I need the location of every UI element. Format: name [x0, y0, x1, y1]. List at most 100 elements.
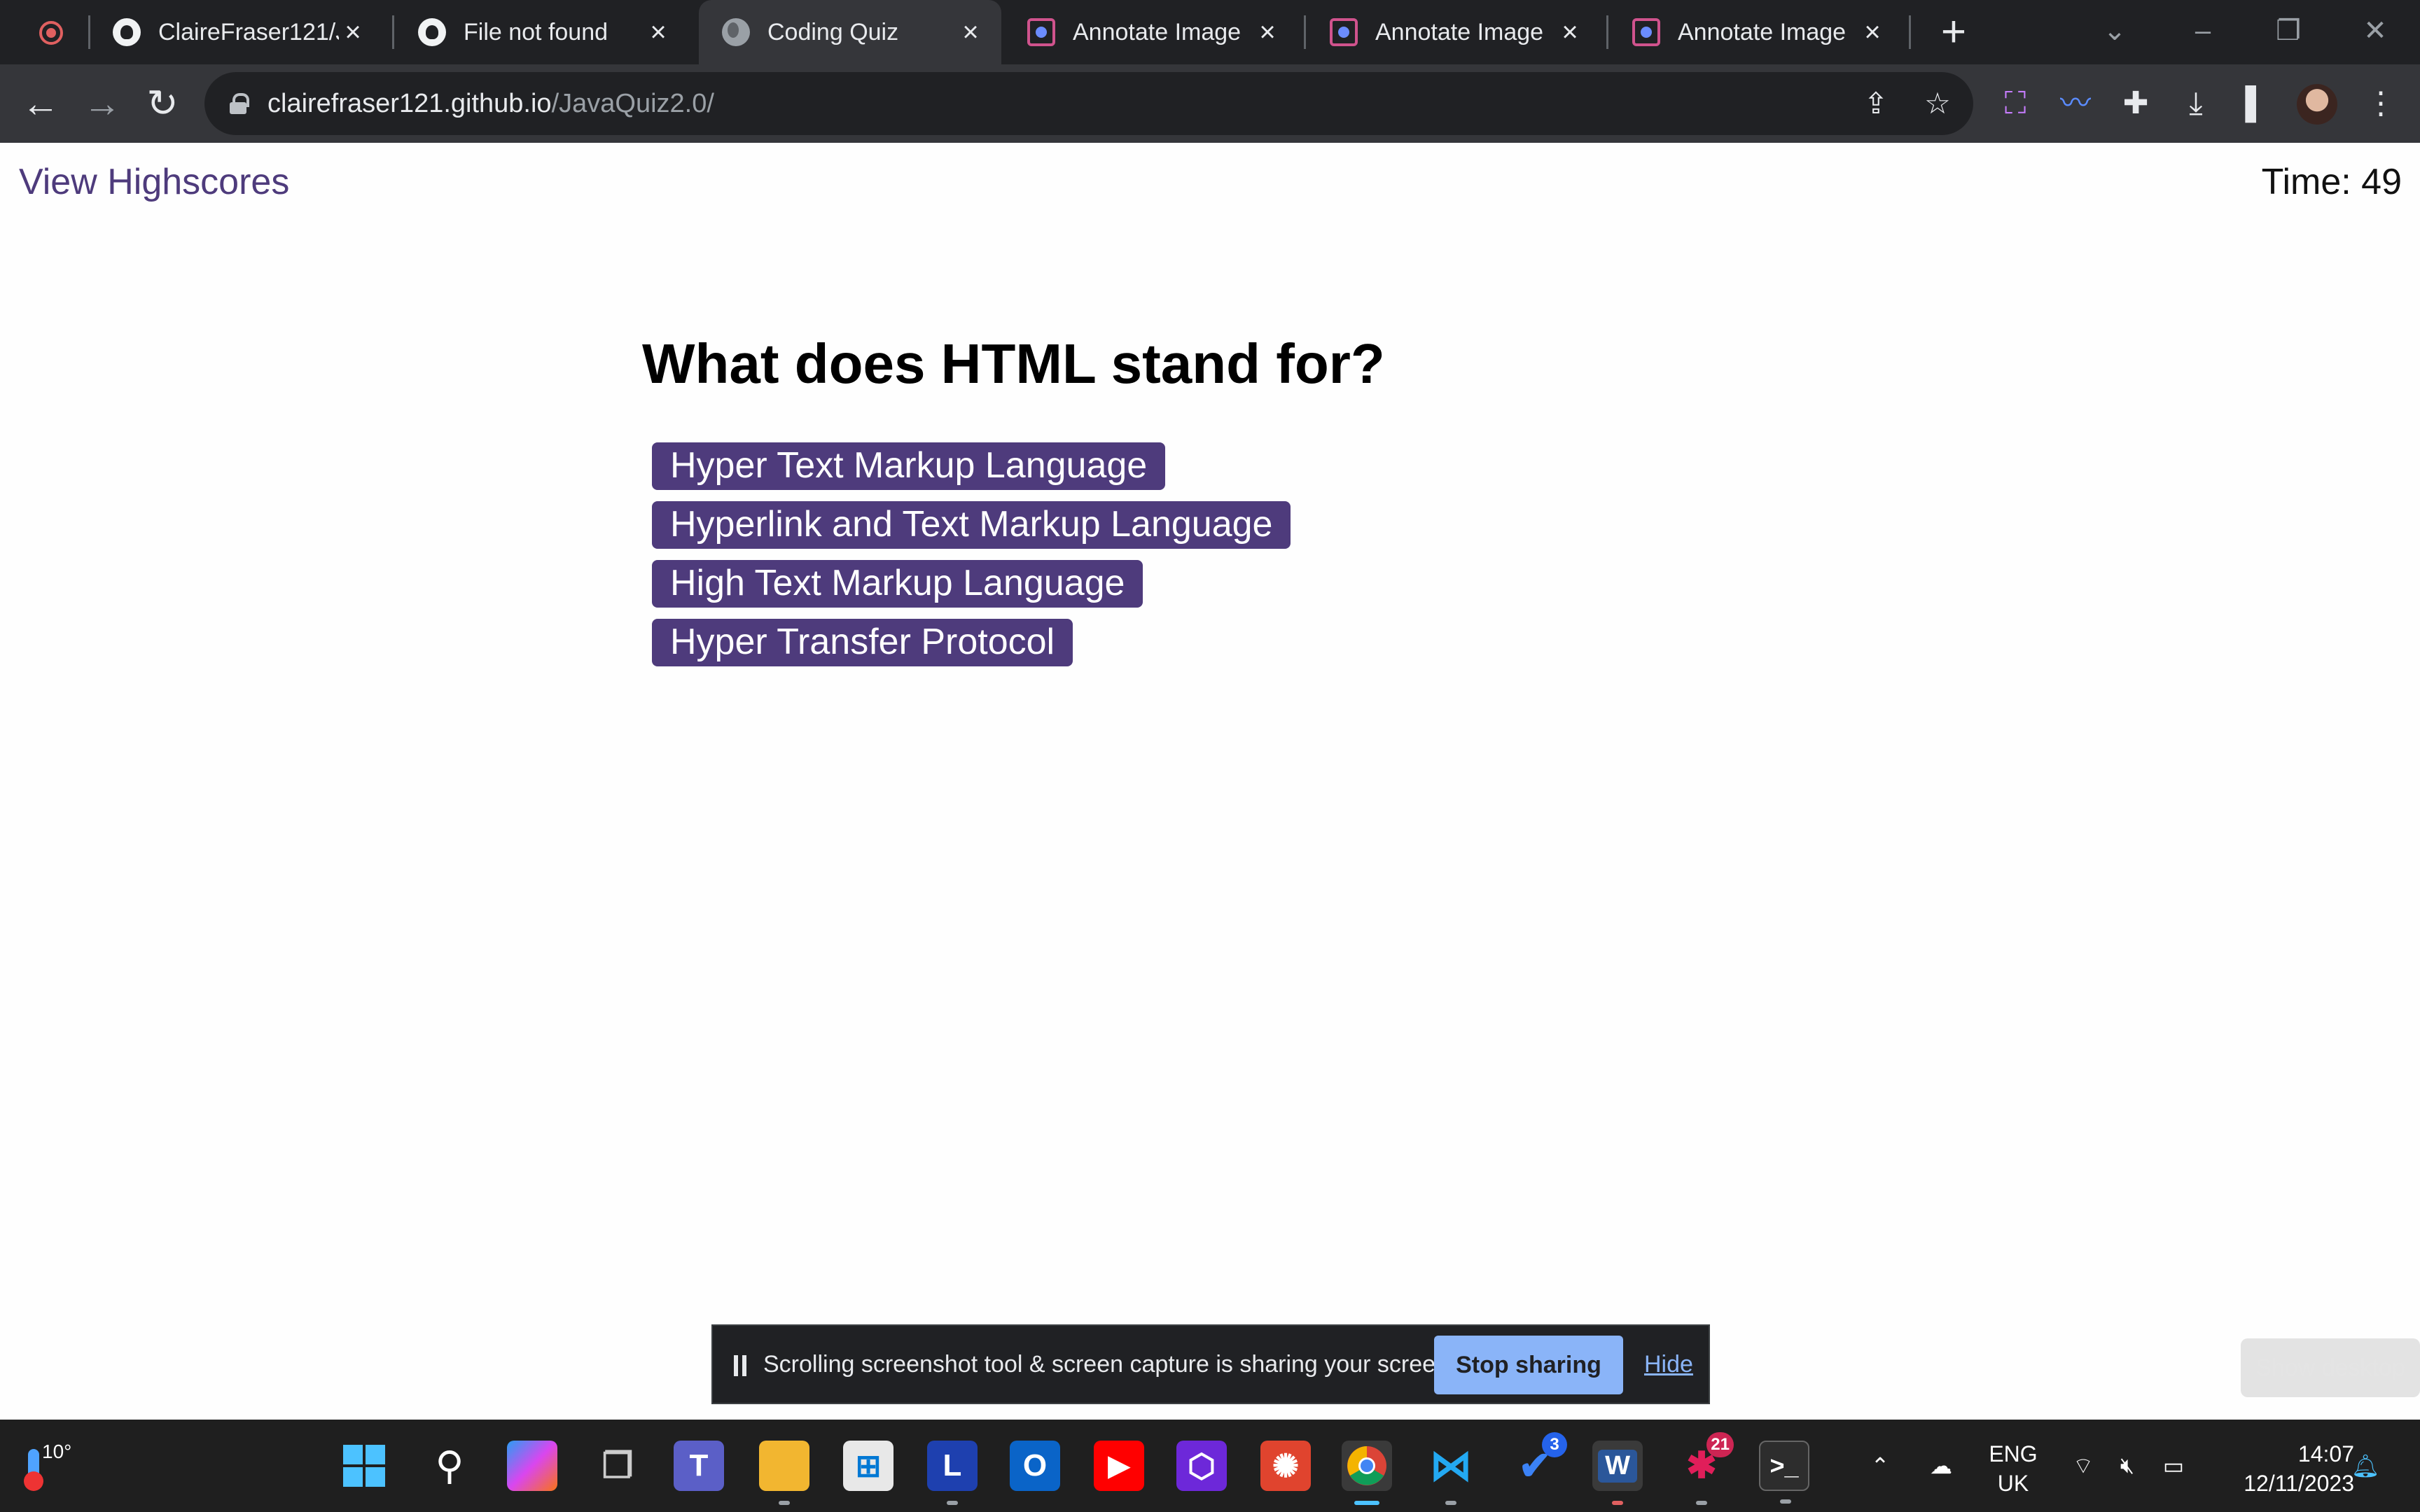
tab-coding-quiz[interactable]: Coding Quiz × — [699, 0, 1001, 64]
restore-window-button[interactable]: ❐ — [2267, 10, 2309, 52]
todo-icon[interactable]: ✔ 3 — [1510, 1432, 1567, 1491]
profile-avatar[interactable] — [2297, 84, 2337, 125]
tab-title: Annotate Image — [1073, 18, 1242, 46]
tab-annotate-image-1[interactable]: Annotate Image × — [1004, 0, 1298, 64]
windows-taskbar: 10° ⚲ ❐ T ⊞ L O ▶ ⬡ ✺ ⋈ ✔ 3 W ✱ 21 >_ ⌃ ☁ … — [0, 1420, 2420, 1512]
bookmark-star-icon[interactable]: ☆ — [1921, 88, 1954, 120]
tab-title: ClaireFraser121/Ja — [158, 18, 339, 46]
start-button[interactable] — [339, 1441, 389, 1491]
url-text: clairefraser121.github.io/JavaQuiz2.0/ — [267, 89, 714, 118]
browser-menu-icon[interactable]: ⋮ — [2357, 80, 2405, 127]
annotate-icon — [1027, 18, 1056, 47]
github-icon — [112, 18, 141, 47]
browser-tab-strip: ClaireFraser121/Ja × File not found × Co… — [0, 0, 2420, 64]
copilot-icon[interactable] — [507, 1441, 557, 1491]
address-bar[interactable]: clairefraser121.github.io/JavaQuiz2.0/ ⇪… — [204, 72, 1973, 135]
answer-choice-3[interactable]: High Text Markup Language — [652, 560, 1143, 608]
tab-title: Annotate Image — [1375, 18, 1544, 46]
stop-sharing-button[interactable]: Stop sharing — [1434, 1336, 1623, 1394]
teams-icon[interactable]: T — [674, 1441, 724, 1491]
tab-annotate-image-3[interactable]: Annotate Image × — [1609, 0, 1903, 64]
close-tab-icon[interactable]: × — [1556, 18, 1584, 46]
waveform-extension-icon[interactable]: 〰 — [2052, 80, 2099, 127]
tab-separator — [392, 15, 394, 49]
answer-choice-4[interactable]: Hyper Transfer Protocol — [652, 619, 1073, 666]
tab-file-not-found[interactable]: File not found × — [395, 0, 689, 64]
chrome-icon[interactable] — [1342, 1441, 1392, 1505]
slack-badge: 21 — [1706, 1432, 1734, 1457]
tab-separator — [1304, 15, 1306, 49]
tab-annotate-image-2[interactable]: Annotate Image × — [1307, 0, 1601, 64]
l-app-icon[interactable]: L — [927, 1441, 978, 1505]
globe-icon — [721, 18, 751, 47]
task-view-icon[interactable]: ❐ — [592, 1441, 643, 1491]
answer-choice-2[interactable]: Hyperlink and Text Markup Language — [652, 501, 1291, 549]
minimize-window-button[interactable]: – — [2182, 10, 2224, 52]
screenshot-extension-icon[interactable]: ⛶ — [1991, 80, 2039, 127]
annotate-icon — [1329, 18, 1358, 47]
tab-title: Annotate Image — [1678, 18, 1847, 46]
battery-icon[interactable]: ▭ — [2154, 1420, 2193, 1512]
extensions-puzzle-icon[interactable]: ✚ — [2112, 80, 2160, 127]
reload-button[interactable]: ↻ — [139, 80, 186, 127]
notification-bell-icon[interactable]: 🔔︎ — [2346, 1420, 2385, 1512]
thermometer-icon — [24, 1449, 43, 1491]
side-panel-icon[interactable]: ▌ — [2232, 80, 2280, 127]
youtube-icon[interactable]: ▶ — [1094, 1441, 1144, 1491]
share-message: Scrolling screenshot tool & screen captu… — [763, 1351, 1456, 1378]
tab-github-repo[interactable]: ClaireFraser121/Ja × — [90, 0, 384, 64]
hide-share-bar-link[interactable]: Hide — [1644, 1326, 1693, 1403]
tab-title: File not found — [464, 18, 609, 46]
answer-choice-1[interactable]: Hyper Text Markup Language — [652, 442, 1166, 490]
clock-date: 12/11/2023 — [2244, 1471, 2354, 1496]
new-tab-button[interactable]: + — [1934, 10, 1973, 54]
wifi-icon[interactable]: ⌔ — [2066, 1420, 2101, 1512]
slack-icon[interactable]: ✱ 21 — [1676, 1432, 1734, 1505]
tab-title: Coding Quiz — [767, 18, 899, 46]
question-title: What does HTML stand for? — [642, 332, 1385, 395]
back-button[interactable]: ← — [17, 80, 64, 127]
show-desktop-button[interactable]: Show desktop — [2241, 1338, 2420, 1397]
microsoft-store-icon[interactable]: ⊞ — [843, 1441, 893, 1491]
lock-icon[interactable] — [230, 93, 249, 114]
terminal-icon[interactable]: >_ — [1759, 1441, 1809, 1504]
github-icon — [417, 18, 447, 47]
word-icon[interactable]: W — [1592, 1441, 1643, 1505]
clock-time: 14:07 — [2297, 1441, 2354, 1466]
close-tab-icon[interactable]: × — [339, 18, 367, 46]
hexagon-app-icon[interactable]: ⬡ — [1176, 1441, 1227, 1491]
search-icon[interactable]: ⚲ — [424, 1441, 475, 1491]
system-clock[interactable]: 14:07 12/11/2023 — [2207, 1439, 2354, 1498]
speaker-muted-icon[interactable]: 🔇︎ — [2108, 1420, 2147, 1512]
answer-choices: Hyper Text Markup Language Hyperlink and… — [652, 442, 1291, 666]
outlook-icon[interactable]: O — [1010, 1441, 1060, 1491]
forward-button[interactable]: → — [78, 80, 126, 127]
tab-separator — [1606, 15, 1608, 49]
recording-indicator-icon[interactable] — [39, 21, 63, 45]
windows-logo-icon — [343, 1445, 385, 1487]
tab-search-chevron-icon[interactable]: ⌄ — [2094, 10, 2136, 52]
chrome-logo-icon — [1347, 1446, 1386, 1485]
onedrive-icon[interactable]: ☁ — [1921, 1420, 1961, 1512]
browser-toolbar: ← → ↻ clairefraser121.github.io/JavaQuiz… — [0, 64, 2420, 143]
share-icon[interactable]: ⇪ — [1860, 88, 1892, 120]
language-indicator[interactable]: ENG UK — [1975, 1439, 2052, 1498]
drag-handle-icon[interactable] — [734, 1355, 746, 1376]
file-explorer-icon[interactable] — [759, 1441, 809, 1505]
close-window-button[interactable]: ✕ — [2354, 10, 2396, 52]
annotate-icon — [1632, 18, 1661, 47]
show-hidden-icons-chevron[interactable]: ⌃ — [1863, 1420, 1898, 1512]
vscode-icon[interactable]: ⋈ — [1426, 1441, 1476, 1505]
close-tab-icon[interactable]: × — [957, 18, 985, 46]
tab-separator — [1909, 15, 1911, 49]
canvas-app-icon[interactable]: ✺ — [1260, 1441, 1311, 1491]
screen-share-bar: Scrolling screenshot tool & screen captu… — [711, 1324, 1710, 1404]
downloads-icon[interactable]: ⤓ — [2172, 80, 2220, 127]
quiz-page: View Highscores Time: 49 What does HTML … — [0, 144, 2420, 1420]
weather-widget[interactable]: 10° — [22, 1441, 77, 1495]
view-highscores-link[interactable]: View Highscores — [19, 161, 289, 203]
close-tab-icon[interactable]: × — [1858, 18, 1886, 46]
close-tab-icon[interactable]: × — [1253, 18, 1281, 46]
keyboard-layout: UK — [1997, 1471, 2029, 1496]
close-tab-icon[interactable]: × — [644, 18, 672, 46]
